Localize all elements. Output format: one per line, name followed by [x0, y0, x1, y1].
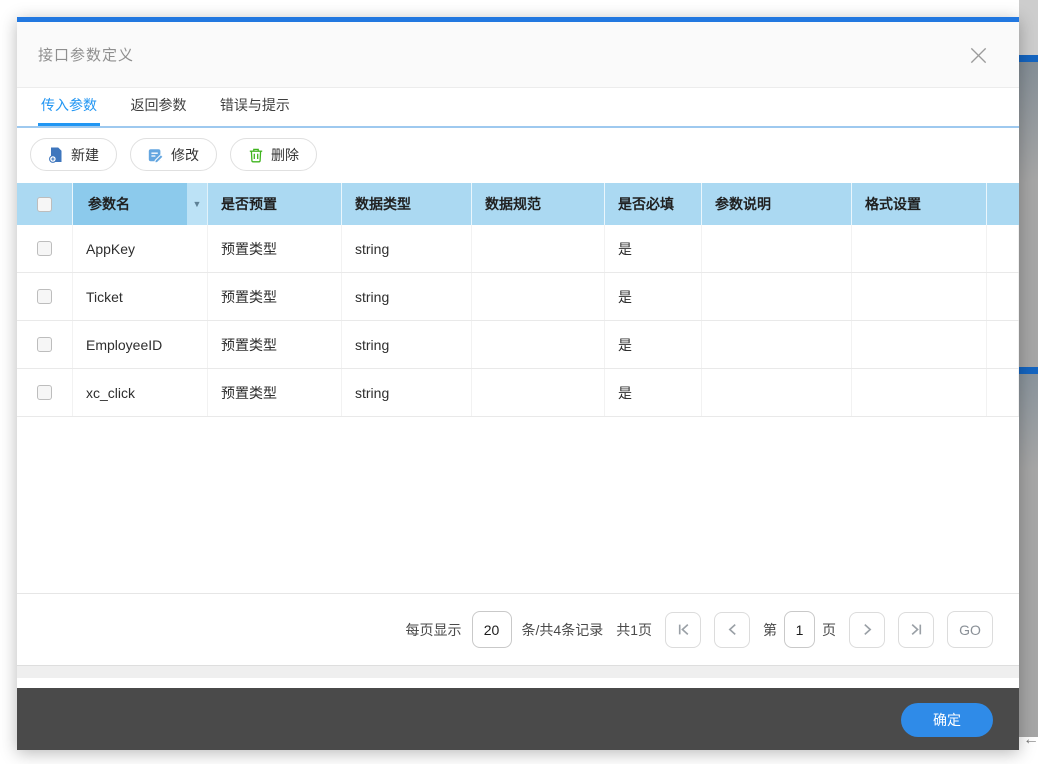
- next-page-button[interactable]: [849, 612, 885, 648]
- interface-params-dialog: 接口参数定义 传入参数 返回参数 错误与提示: [17, 17, 1019, 750]
- background-blue-line: [1019, 55, 1038, 62]
- pre-footer-strip: [17, 665, 1019, 678]
- cell-param-name: Ticket: [73, 273, 208, 320]
- cell-preset: 预置类型: [208, 273, 342, 320]
- row-checkbox[interactable]: [37, 337, 52, 352]
- toolbar: 新建 修改: [17, 128, 1019, 183]
- cell-required: 是: [605, 273, 702, 320]
- column-header-description[interactable]: 参数说明: [702, 183, 852, 225]
- table-row[interactable]: EmployeeID 预置类型 string 是: [17, 321, 1019, 369]
- go-button[interactable]: GO: [947, 611, 993, 648]
- background-segment: [1019, 470, 1038, 737]
- total-pages-label: 共1页: [616, 620, 652, 640]
- background-blue-line: [1019, 367, 1038, 374]
- first-page-icon: [677, 623, 690, 636]
- new-button-label: 新建: [71, 145, 99, 165]
- page-number-input[interactable]: [784, 611, 815, 648]
- chevron-down-icon: ▼: [193, 199, 202, 209]
- cell-param-name: EmployeeID: [73, 321, 208, 368]
- cell-param-name: xc_click: [73, 369, 208, 416]
- cell-format: [852, 225, 987, 272]
- background-segment: [1019, 0, 1038, 55]
- cell-data-spec: [472, 273, 605, 320]
- new-document-icon: [48, 147, 64, 163]
- tab-errors-and-prompts[interactable]: 错误与提示: [217, 88, 293, 126]
- cell-data-spec: [472, 369, 605, 416]
- chevron-right-icon: [861, 623, 874, 636]
- delete-button[interactable]: 删除: [230, 138, 317, 171]
- column-menu-dropdown[interactable]: ▼: [187, 183, 207, 225]
- cell-preset: 预置类型: [208, 369, 342, 416]
- cell-param-name: AppKey: [73, 225, 208, 272]
- close-icon[interactable]: [965, 42, 991, 68]
- dialog-titlebar: 接口参数定义: [17, 22, 1019, 88]
- background-segment: [1019, 182, 1038, 367]
- cell-data-type: string: [342, 369, 472, 416]
- per-page-label: 每页显示: [406, 620, 462, 640]
- new-button[interactable]: 新建: [30, 138, 117, 171]
- column-header-data-spec[interactable]: 数据规范: [472, 183, 605, 225]
- background-segment: [1019, 62, 1038, 182]
- cell-description: [702, 321, 852, 368]
- background-segment: [1019, 374, 1038, 470]
- column-header-filler: [987, 183, 1019, 225]
- last-page-button[interactable]: [898, 612, 934, 648]
- select-all-checkbox[interactable]: [37, 197, 52, 212]
- trash-icon: [248, 147, 264, 163]
- table-body: AppKey 预置类型 string 是 Ticket 预置类型 string …: [17, 225, 1019, 417]
- cell-description: [702, 369, 852, 416]
- background-page-edge: [1019, 0, 1038, 764]
- cell-format: [852, 369, 987, 416]
- cell-required: 是: [605, 321, 702, 368]
- pagination-bar: 每页显示 条/共4条记录 共1页 第 页: [17, 593, 1019, 665]
- table-row[interactable]: Ticket 预置类型 string 是: [17, 273, 1019, 321]
- tab-input-params[interactable]: 传入参数: [38, 88, 100, 126]
- page-prefix-label: 第: [763, 620, 777, 640]
- edit-button-label: 修改: [171, 145, 199, 165]
- delete-button-label: 删除: [271, 145, 299, 165]
- cell-data-type: string: [342, 321, 472, 368]
- page: ← 接口参数定义 传入参数 返回参数 错误与提示: [0, 0, 1038, 764]
- dialog-tabs: 传入参数 返回参数 错误与提示: [17, 88, 1019, 128]
- page-size-input[interactable]: [472, 611, 512, 648]
- header-checkbox-cell: [17, 183, 73, 225]
- cell-data-type: string: [342, 225, 472, 272]
- cell-preset: 预置类型: [208, 321, 342, 368]
- edit-pencil-icon: [148, 147, 164, 163]
- cell-data-spec: [472, 225, 605, 272]
- dialog-title: 接口参数定义: [38, 44, 134, 65]
- dialog-footer: 确定: [17, 688, 1019, 750]
- edit-button[interactable]: 修改: [130, 138, 217, 171]
- column-header-preset[interactable]: 是否预置: [208, 183, 342, 225]
- cell-description: [702, 225, 852, 272]
- cell-format: [852, 321, 987, 368]
- column-header-data-type[interactable]: 数据类型: [342, 183, 472, 225]
- table-row[interactable]: AppKey 预置类型 string 是: [17, 225, 1019, 273]
- row-checkbox[interactable]: [37, 385, 52, 400]
- confirm-button[interactable]: 确定: [901, 703, 993, 737]
- cell-required: 是: [605, 225, 702, 272]
- cell-data-type: string: [342, 273, 472, 320]
- page-suffix-label: 页: [822, 620, 836, 640]
- chevron-left-icon: [726, 623, 739, 636]
- back-arrow-glyph: ←: [1023, 731, 1038, 749]
- tab-return-params[interactable]: 返回参数: [127, 88, 189, 126]
- cell-description: [702, 273, 852, 320]
- table-header-row: 参数名 ▼ 是否预置 数据类型 数据规范 是否必填 参数说明 格式设置: [17, 183, 1019, 225]
- column-header-param-name[interactable]: 参数名 ▼: [73, 183, 208, 225]
- cell-preset: 预置类型: [208, 225, 342, 272]
- row-checkbox[interactable]: [37, 241, 52, 256]
- last-page-icon: [910, 623, 923, 636]
- records-count-label: 条/共4条记录: [522, 620, 604, 640]
- cell-required: 是: [605, 369, 702, 416]
- column-header-required[interactable]: 是否必填: [605, 183, 702, 225]
- cell-data-spec: [472, 321, 605, 368]
- column-header-format[interactable]: 格式设置: [852, 183, 987, 225]
- cell-format: [852, 273, 987, 320]
- row-checkbox[interactable]: [37, 289, 52, 304]
- first-page-button[interactable]: [665, 612, 701, 648]
- table-row[interactable]: xc_click 预置类型 string 是: [17, 369, 1019, 417]
- previous-page-button[interactable]: [714, 612, 750, 648]
